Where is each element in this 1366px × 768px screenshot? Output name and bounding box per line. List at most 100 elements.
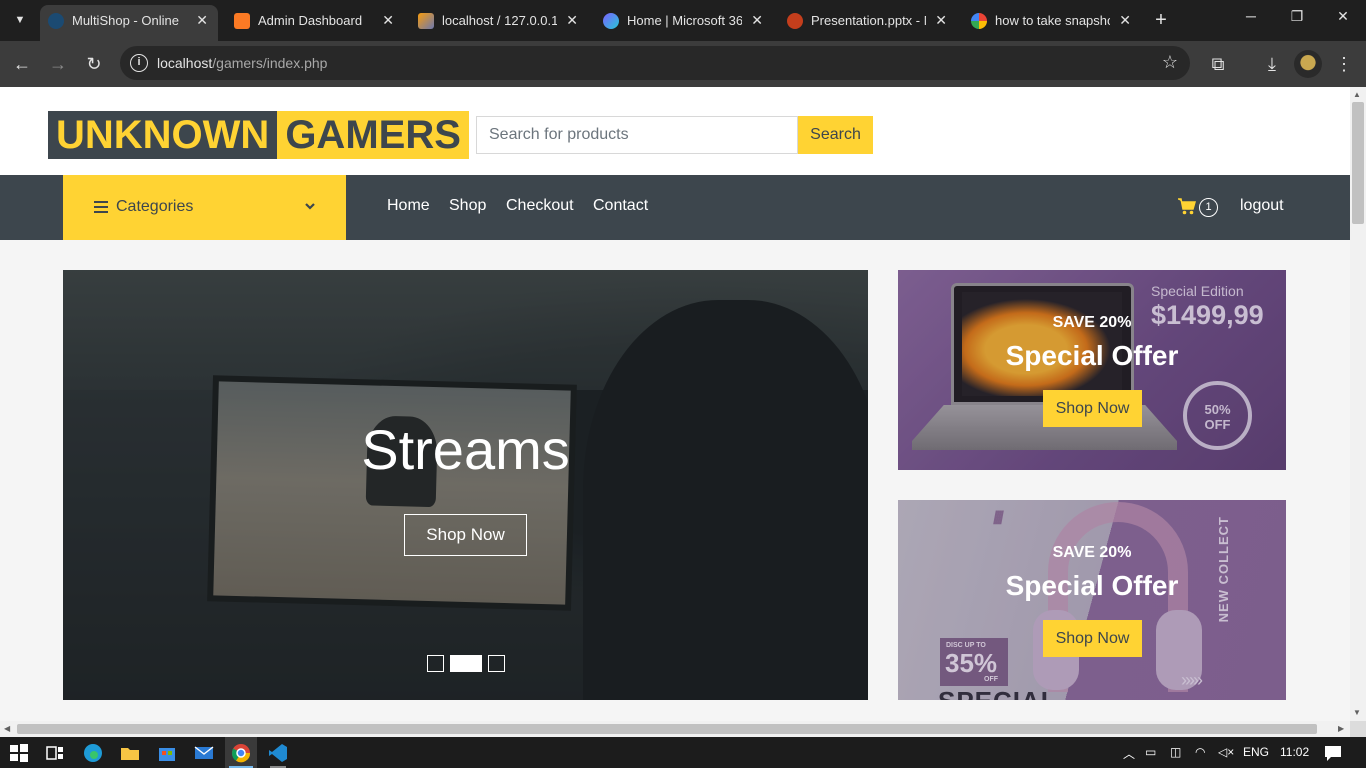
special-offer-card-headphones[interactable]: //// NEW COLLECT DISC UP TO 35% OFF SPEC… — [898, 500, 1286, 700]
volume-muted-icon[interactable]: ◁× — [1218, 745, 1234, 759]
download-icon[interactable]: ⤓ — [1260, 52, 1284, 76]
offer-shop-now-button[interactable]: Shop Now — [1043, 620, 1142, 657]
bookmark-star-icon[interactable]: ☆ — [1162, 52, 1178, 73]
browser-tab-powerpoint[interactable]: Presentation.pptx - M ✕ — [779, 6, 957, 35]
browser-tab-microsoft365[interactable]: Home | Microsoft 365 ✕ — [595, 6, 773, 35]
meet-now-icon[interactable]: ◫ — [1170, 745, 1181, 759]
phpmyadmin-favicon — [418, 13, 434, 29]
carousel-shop-now-button[interactable]: Shop Now — [404, 514, 527, 556]
forward-icon[interactable]: → — [46, 52, 70, 76]
search-button[interactable]: Search — [798, 116, 873, 154]
close-tab-icon[interactable]: ✕ — [935, 12, 947, 29]
nav-link-shop[interactable]: Shop — [449, 197, 486, 215]
browser-tab-admin-dashboard[interactable]: Admin Dashboard ✕ — [226, 6, 404, 35]
vertical-scroll-thumb[interactable] — [1352, 102, 1364, 224]
browser-toolbar: ← → ↻ i localhost/gamers/index.php ☆ ⧉ ⤓… — [0, 41, 1366, 87]
carousel-indicator-1[interactable] — [427, 655, 444, 672]
tab-title: how to take snapshot — [995, 13, 1110, 28]
menu-bars-icon — [94, 201, 108, 213]
tab-title: Home | Microsoft 365 — [627, 13, 742, 28]
microsoft-store-icon[interactable] — [157, 743, 177, 763]
url-host: localhost — [157, 55, 213, 71]
tab-title: MultiShop - Online Sh — [72, 13, 182, 28]
url-text[interactable]: localhost/gamers/index.php — [157, 55, 327, 71]
logo-part-1: UNKNOWN — [48, 111, 278, 159]
tab-title: localhost / 127.0.0.1 / — [442, 13, 557, 28]
extensions-icon[interactable]: ⧉ — [1206, 52, 1230, 76]
minimize-icon[interactable]: ─ — [1241, 8, 1261, 24]
tab-title: Admin Dashboard — [258, 13, 363, 28]
site-logo[interactable]: UNKNOWN GAMERS — [48, 111, 469, 159]
site-header: UNKNOWN GAMERS Search — [0, 87, 1350, 175]
microsoft365-favicon — [603, 13, 619, 29]
shopping-cart-icon[interactable] — [1177, 196, 1197, 216]
carousel-title: Streams — [361, 418, 570, 481]
site-info-icon[interactable]: i — [130, 54, 148, 72]
hero-carousel[interactable]: Streams Shop Now — [63, 270, 868, 700]
browser-tab-google[interactable]: how to take snapshot ✕ — [963, 6, 1141, 35]
vertical-scrollbar[interactable]: ▲ ▼ — [1350, 87, 1366, 721]
special-offer-card-laptop[interactable]: Special Edition $1499,99 50% OFF SAVE 20… — [898, 270, 1286, 470]
horizontal-scroll-thumb[interactable] — [17, 724, 1317, 734]
restore-icon[interactable]: ❐ — [1287, 8, 1307, 25]
categories-dropdown[interactable]: Categories — [63, 175, 346, 240]
battery-icon[interactable]: ▭ — [1145, 745, 1156, 759]
chevron-down-icon — [305, 203, 315, 210]
close-tab-icon[interactable]: ✕ — [1119, 12, 1131, 29]
offer-title: Special Offer — [1005, 570, 1179, 601]
close-tab-icon[interactable]: ✕ — [751, 12, 763, 29]
windows-start-icon[interactable] — [9, 743, 29, 763]
offer-title: Special Offer — [1005, 340, 1179, 371]
google-favicon — [971, 13, 987, 29]
scroll-left-icon[interactable]: ◀ — [4, 724, 10, 733]
browser-tab-phpmyadmin[interactable]: localhost / 127.0.0.1 / ✕ — [410, 6, 588, 35]
offer-shop-now-button[interactable]: Shop Now — [1043, 390, 1142, 427]
powerpoint-favicon — [787, 13, 803, 29]
cart-count-badge: 1 — [1199, 198, 1218, 217]
reload-icon[interactable]: ↻ — [82, 52, 106, 76]
tab-search-icon[interactable]: ▼ — [8, 8, 32, 32]
back-icon[interactable]: ← — [10, 52, 34, 76]
browser-tab-strip: ▼ MultiShop - Online Sh ✕ Admin Dashboar… — [0, 0, 1366, 41]
carousel-indicator-3[interactable] — [488, 655, 505, 672]
windows-taskbar: ︿ ▭ ◫ ◠ ◁× ENG 11:02 — [0, 737, 1366, 768]
offer-save-text: SAVE 20% — [1052, 314, 1132, 331]
scroll-up-icon[interactable]: ▲ — [1353, 90, 1361, 99]
product-search-input[interactable] — [476, 116, 798, 154]
carousel-indicator-2[interactable] — [450, 655, 482, 672]
nav-link-contact[interactable]: Contact — [593, 197, 648, 215]
close-window-icon[interactable]: ✕ — [1333, 8, 1353, 25]
close-tab-icon[interactable]: ✕ — [196, 12, 208, 29]
edge-browser-icon[interactable] — [83, 743, 103, 763]
web-page: UNKNOWN GAMERS Search Categories Home Sh… — [0, 87, 1350, 721]
wifi-icon[interactable]: ◠ — [1195, 745, 1205, 759]
address-bar[interactable]: i localhost/gamers/index.php ☆ — [120, 46, 1190, 80]
close-tab-icon[interactable]: ✕ — [382, 12, 394, 29]
clock[interactable]: 11:02 — [1280, 745, 1309, 759]
browser-tab-multishop[interactable]: MultiShop - Online Sh ✕ — [40, 5, 218, 41]
logout-link[interactable]: logout — [1240, 197, 1284, 215]
multishop-favicon — [48, 13, 64, 29]
profile-avatar[interactable] — [1294, 50, 1322, 78]
offer-save-text: SAVE 20% — [1052, 544, 1132, 561]
main-navbar: Categories Home Shop Checkout Contact 1 … — [0, 175, 1350, 240]
mail-icon[interactable] — [194, 743, 214, 763]
nav-link-checkout[interactable]: Checkout — [506, 197, 574, 215]
browser-menu-icon[interactable]: ⋮ — [1332, 52, 1356, 76]
show-hidden-icons-chevron-icon[interactable]: ︿ — [1123, 745, 1135, 762]
scroll-right-icon[interactable]: ▶ — [1338, 724, 1344, 733]
file-explorer-icon[interactable] — [120, 743, 140, 763]
notifications-icon[interactable] — [1323, 743, 1343, 763]
language-indicator[interactable]: ENG — [1243, 745, 1269, 759]
horizontal-scrollbar[interactable]: ◀ ▶ — [0, 721, 1350, 737]
chrome-browser-icon[interactable] — [231, 743, 251, 763]
nav-link-home[interactable]: Home — [387, 197, 430, 215]
vscode-icon[interactable] — [268, 743, 288, 763]
xampp-favicon — [234, 13, 250, 29]
new-tab-icon[interactable]: + — [1151, 8, 1171, 32]
close-tab-icon[interactable]: ✕ — [566, 12, 578, 29]
task-view-icon[interactable] — [45, 743, 65, 763]
scroll-down-icon[interactable]: ▼ — [1353, 708, 1361, 717]
tab-title: Presentation.pptx - M — [811, 13, 926, 28]
categories-label: Categories — [116, 198, 194, 215]
